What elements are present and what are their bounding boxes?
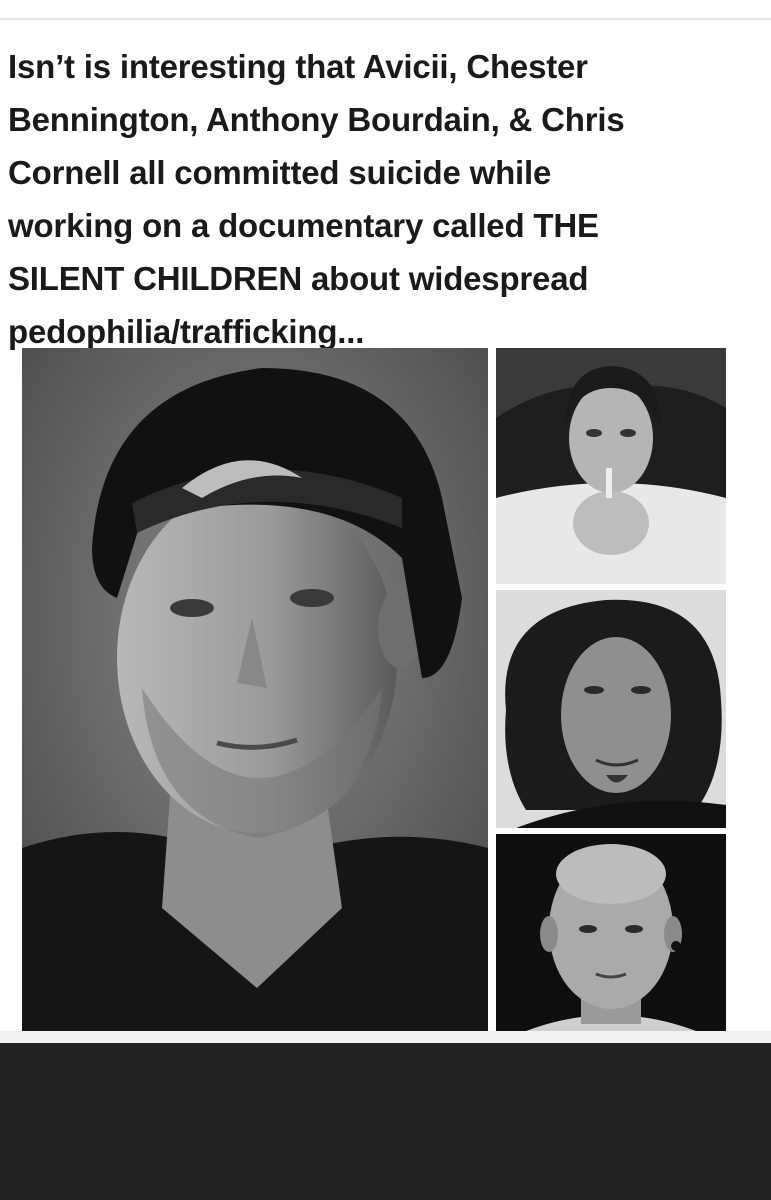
- portrait-photo-middle-right: [496, 590, 726, 828]
- portrait-photo-top-right: [496, 348, 726, 584]
- top-divider: [0, 18, 771, 20]
- post-text: Isn’t is interesting that Avicii, Cheste…: [8, 40, 763, 358]
- bottom-dark-bar: [0, 1043, 771, 1200]
- post-text-line: SILENT CHILDREN about widespread: [8, 260, 589, 297]
- bottom-divider: [0, 1031, 771, 1043]
- post-text-line: working on a documentary called THE: [8, 207, 599, 244]
- portrait-photo-large: [22, 348, 488, 1031]
- post-text-line: Isn’t is interesting that Avicii, Cheste…: [8, 48, 588, 85]
- post-text-line: Cornell all committed suicide while: [8, 154, 552, 191]
- portrait-photo-bottom-right: [496, 834, 726, 1031]
- post-screenshot: Isn’t is interesting that Avicii, Cheste…: [0, 0, 771, 1200]
- post-text-line: Bennington, Anthony Bourdain, & Chris: [8, 101, 625, 138]
